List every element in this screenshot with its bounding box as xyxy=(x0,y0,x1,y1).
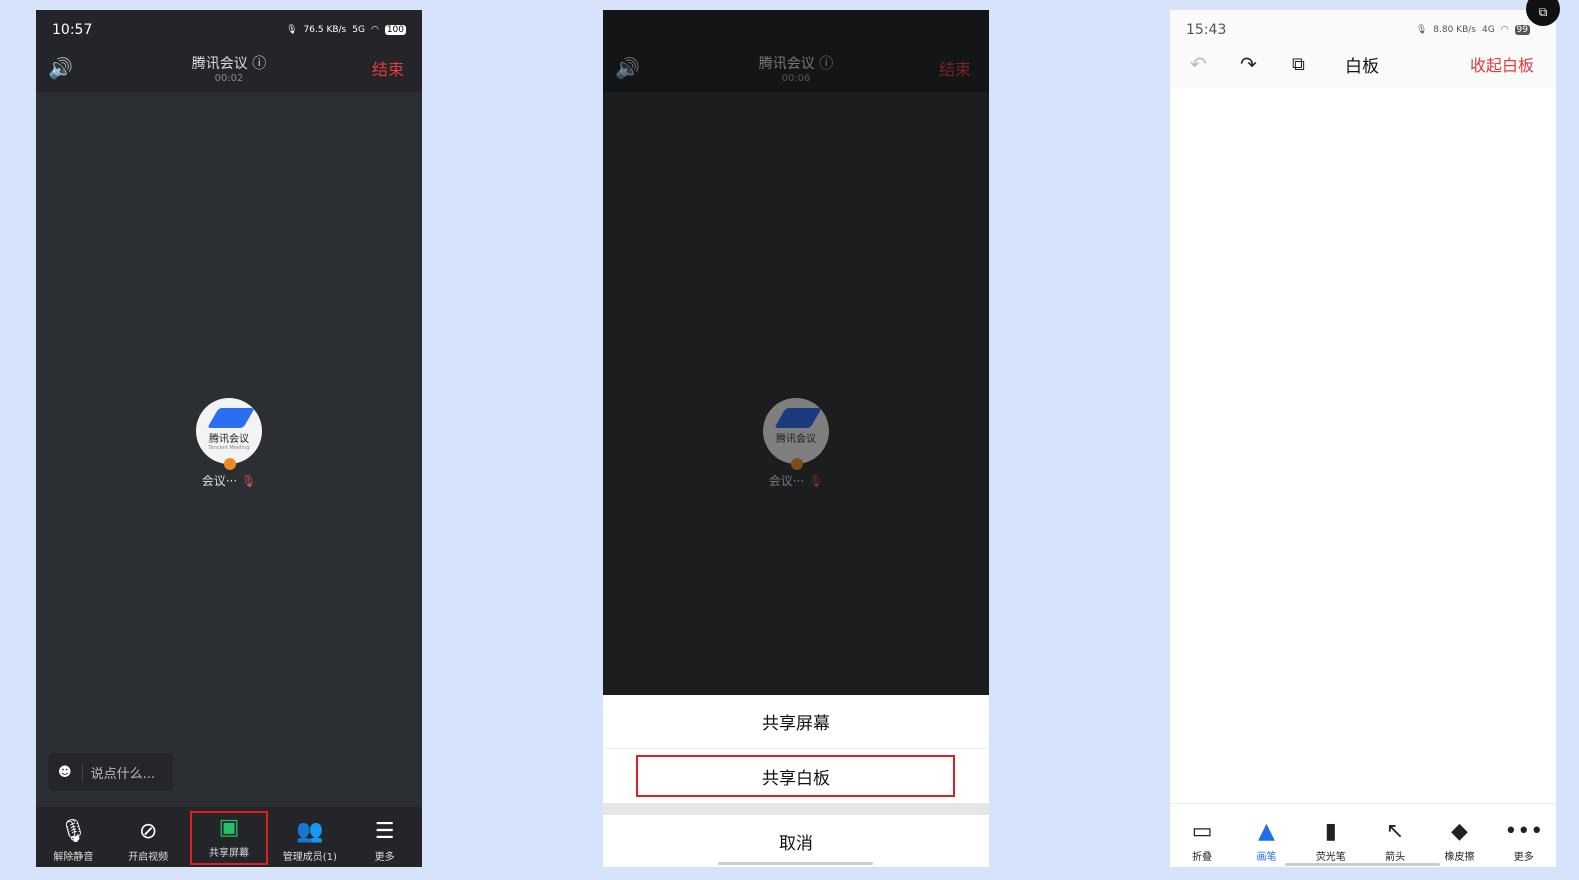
more-icon: ••• xyxy=(1504,819,1544,844)
mic-icon: 🎙 xyxy=(1415,25,1428,35)
participant-name: 会议··· xyxy=(201,474,238,488)
logo-subtext: Tencent Meeting xyxy=(208,445,250,451)
wifi-icon: ◠ xyxy=(370,25,379,35)
tencent-meeting-logo xyxy=(774,408,822,428)
arrow-button[interactable]: ↖ 箭头 xyxy=(1363,804,1427,867)
share-screen-option[interactable]: 共享屏幕 xyxy=(603,695,989,749)
add-page-icon[interactable]: ⧉ xyxy=(1292,54,1305,75)
host-badge-icon xyxy=(791,458,803,470)
share-options-screen: 🔊 腾讯会议 ⓘ 00:06 结束 腾讯会议 会议··· 🎙 共享屏幕 共享白板… xyxy=(603,10,989,867)
network-type: 4G xyxy=(1481,25,1495,35)
mic-muted-icon: 🎙 xyxy=(59,819,88,844)
mic-muted-icon: 🎙 xyxy=(241,474,257,488)
tool-label: 荧光笔 xyxy=(1315,852,1346,863)
meeting-title: 腾讯会议 xyxy=(191,55,248,72)
chat-placeholder: 说点什么... xyxy=(81,762,155,782)
meeting-duration: 00:02 xyxy=(214,72,244,84)
participant-avatar[interactable]: 腾讯会议 xyxy=(763,398,829,470)
meeting-title: 腾讯会议 xyxy=(758,55,815,72)
mic-muted-icon: 🎙 xyxy=(808,474,824,488)
manage-members-button[interactable]: 👥 管理成员(1) xyxy=(272,807,347,867)
whiteboard-header: ↶ ↷ ⧉ 白板 收起白板 xyxy=(1170,42,1556,86)
arrow-icon: ↖ xyxy=(1385,819,1405,844)
net-speed: 8.80 KB/s xyxy=(1433,25,1476,35)
highlighter-icon: ▮ xyxy=(1324,819,1337,844)
tool-label: 开启视频 xyxy=(128,852,169,863)
home-indicator xyxy=(1285,863,1440,866)
tool-label: 画笔 xyxy=(1256,852,1277,863)
tool-label: 管理成员(1) xyxy=(282,852,337,863)
logo-text: 腾讯会议 xyxy=(776,434,816,445)
battery: 100 xyxy=(384,25,406,35)
more-button[interactable]: ••• 更多 xyxy=(1492,804,1556,867)
battery: 99 xyxy=(1514,25,1530,35)
participant-name: 会议··· xyxy=(768,474,805,488)
option-label: 取消 xyxy=(779,833,813,854)
host-badge-icon xyxy=(224,458,236,470)
more-menu-icon: ☰ xyxy=(374,819,395,844)
network-type: 5G xyxy=(352,25,365,35)
redo-icon[interactable]: ↷ xyxy=(1240,52,1257,76)
fold-icon: ▭ xyxy=(1191,819,1213,844)
tool-label: 橡皮擦 xyxy=(1444,852,1475,863)
members-icon: 👥 xyxy=(296,819,324,844)
whiteboard-screen: 15:43 🎙 8.80 KB/s 4G ◠ 99 ↶ ↷ ⧉ 白板 收起白板 ▭ 折叠 … xyxy=(1170,10,1556,867)
status-time: 15:43 xyxy=(1186,22,1227,38)
status-time: 10:57 xyxy=(52,22,93,38)
tool-label: 更多 xyxy=(374,852,395,863)
tool-label: 共享屏幕 xyxy=(208,848,249,859)
unmute-button[interactable]: 🎙 解除静音 xyxy=(36,807,111,867)
tencent-meeting-logo xyxy=(207,408,255,428)
eraser-button[interactable]: ◆ 橡皮擦 xyxy=(1427,804,1491,867)
share-whiteboard-option[interactable]: 共享白板 xyxy=(603,749,989,803)
whiteboard-canvas[interactable] xyxy=(1170,88,1556,803)
home-indicator xyxy=(718,862,873,865)
tool-label: 箭头 xyxy=(1385,852,1406,863)
end-meeting-button[interactable]: 结束 xyxy=(372,56,404,80)
tool-label: 折叠 xyxy=(1192,852,1213,863)
meeting-duration: 00:06 xyxy=(781,72,811,84)
share-screen-button[interactable]: ▣ 共享屏幕 xyxy=(189,811,269,865)
speaker-icon[interactable]: 🔊 xyxy=(48,56,73,80)
pen-icon: ▲ xyxy=(1258,819,1275,844)
whiteboard-toolbar: ▭ 折叠 ▲ 画笔 ▮ 荧光笔 ↖ 箭头 ◆ 橡皮擦 ••• 更多 xyxy=(1170,803,1556,867)
status-bar: 10:57 🎙 76.5 KB/s 5G ◠ 100 xyxy=(36,10,422,50)
fold-button[interactable]: ▭ 折叠 xyxy=(1170,804,1234,867)
video-off-icon: ⊘ xyxy=(138,819,158,844)
share-screen-icon: ▣ xyxy=(218,815,240,840)
info-icon[interactable]: ⓘ xyxy=(252,56,266,72)
eraser-icon: ◆ xyxy=(1451,819,1468,844)
collapse-whiteboard-button[interactable]: 收起白板 xyxy=(1470,52,1534,76)
start-video-button[interactable]: ⊘ 开启视频 xyxy=(111,807,186,867)
tool-label: 解除静音 xyxy=(53,852,94,863)
whiteboard-title: 白板 xyxy=(1345,56,1379,77)
undo-icon[interactable]: ↶ xyxy=(1190,52,1207,76)
net-speed: 76.5 KB/s xyxy=(303,25,347,35)
tool-label: 更多 xyxy=(1513,852,1534,863)
highlight-box xyxy=(636,755,955,797)
meeting-screen: 10:57 🎙 76.5 KB/s 5G ◠ 100 🔊 腾讯会议 ⓘ 00:02 结束… xyxy=(36,10,422,867)
cancel-button[interactable]: 取消 xyxy=(603,815,989,867)
speaker-icon[interactable]: 🔊 xyxy=(615,56,640,80)
mic-icon: 🎙 xyxy=(286,25,298,35)
participant-avatar[interactable]: 腾讯会议 Tencent Meeting xyxy=(196,398,262,470)
emoji-icon[interactable]: ☻ xyxy=(58,765,72,780)
chat-input[interactable]: ☻ 说点什么... xyxy=(48,753,173,791)
meeting-header: 🔊 腾讯会议 ⓘ 00:02 结束 xyxy=(36,46,422,90)
more-button[interactable]: ☰ 更多 xyxy=(347,807,422,867)
option-label: 共享屏幕 xyxy=(762,714,830,734)
logo-text: 腾讯会议 xyxy=(209,434,249,445)
info-icon[interactable]: ⓘ xyxy=(819,56,833,72)
highlighter-button[interactable]: ▮ 荧光笔 xyxy=(1299,804,1363,867)
meeting-header: 🔊 腾讯会议 ⓘ 00:06 结束 xyxy=(603,46,989,90)
end-meeting-button[interactable]: 结束 xyxy=(939,56,971,80)
wifi-icon: ◠ xyxy=(1500,25,1509,35)
pen-button[interactable]: ▲ 画笔 xyxy=(1234,804,1298,867)
meeting-toolbar: 🎙 解除静音 ⊘ 开启视频 ▣ 共享屏幕 👥 管理成员(1) ☰ 更多 xyxy=(36,807,422,867)
